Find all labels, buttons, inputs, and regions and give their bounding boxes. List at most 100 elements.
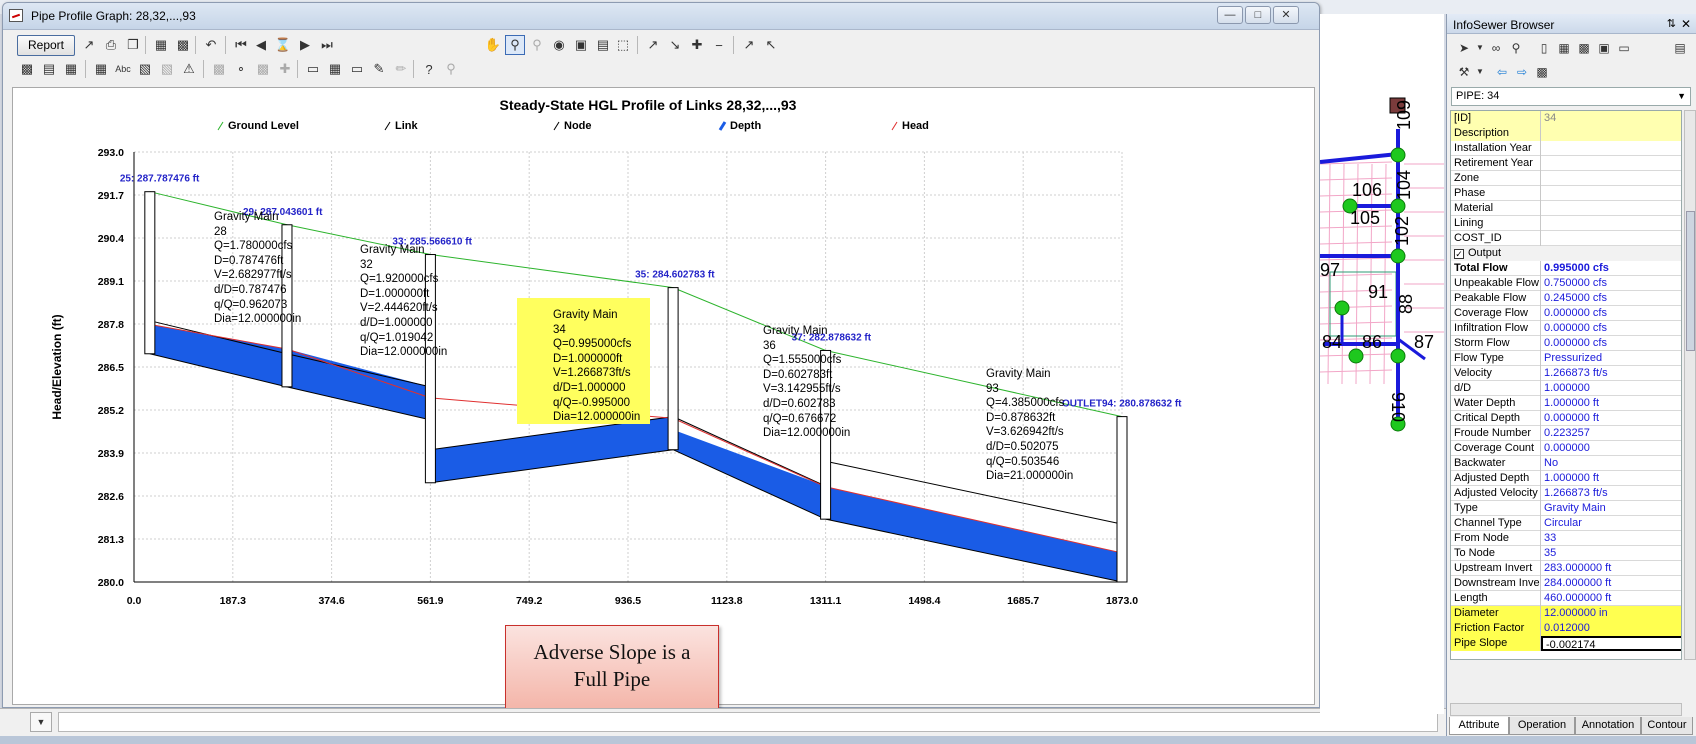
bar-chart-icon[interactable]: ▩	[17, 59, 37, 79]
attribute-value[interactable]: 0.000000 cfs	[1541, 321, 1681, 336]
attribute-row[interactable]: Unpeakable Flow 0.750000 cfs	[1451, 276, 1681, 291]
attribute-row[interactable]: Length 460.000000 ft	[1451, 591, 1681, 606]
output-checkbox[interactable]: ✓	[1454, 249, 1464, 259]
copy-icon[interactable]: ❐	[123, 35, 143, 55]
abc-label-icon[interactable]: Abc	[113, 59, 133, 79]
table-view-icon[interactable]: ▤	[1671, 39, 1689, 57]
crosshair-icon[interactable]: ✚	[275, 59, 295, 79]
output-section-header[interactable]: ✓ Output	[1451, 246, 1681, 261]
attribute-value[interactable]: 0.223257	[1541, 426, 1681, 441]
find-icon[interactable]: ⚲	[1507, 39, 1525, 57]
horizontal-scrollbar[interactable]	[1450, 703, 1682, 716]
map-node-label[interactable]: 102	[1392, 216, 1412, 246]
map-node-label[interactable]: 86	[1362, 332, 1382, 352]
last-icon[interactable]: ⏭	[317, 35, 337, 55]
attribute-row[interactable]: Downstream Invert 284.000000 ft	[1451, 576, 1681, 591]
attribute-value[interactable]: 35	[1541, 546, 1681, 561]
attribute-value[interactable]: 1.000000 ft	[1541, 471, 1681, 486]
minimize-button[interactable]: —	[1217, 6, 1243, 24]
forward-arrow-icon[interactable]: ⇨	[1513, 63, 1531, 81]
element-selector[interactable]: PIPE: 34 ▼	[1451, 87, 1691, 106]
attribute-row[interactable]: Backwater No	[1451, 456, 1681, 471]
print-icon[interactable]: ⎙	[101, 35, 121, 55]
vertical-scrollbar[interactable]	[1684, 110, 1696, 660]
attribute-value[interactable]: Circular	[1541, 516, 1681, 531]
attribute-row[interactable]: Diameter 12.000000 in	[1451, 606, 1681, 621]
dropdown-arrow-icon[interactable]: ▼	[1471, 63, 1489, 81]
data-grid-2-icon[interactable]: ▧	[157, 59, 177, 79]
map-node-label[interactable]: 910	[1388, 392, 1408, 422]
map-node-label[interactable]: 104	[1394, 170, 1414, 200]
maximize-button[interactable]: □	[1245, 6, 1271, 24]
search-icon[interactable]: ⚲	[441, 59, 461, 79]
zoom-out-icon[interactable]: ⚲	[527, 35, 547, 55]
attribute-value[interactable]	[1541, 171, 1681, 186]
status-dropdown[interactable]: ▼	[30, 712, 52, 732]
map-node-label[interactable]: 97	[1320, 260, 1340, 280]
attribute-value[interactable]: 33	[1541, 531, 1681, 546]
attribute-value[interactable]: 460.000000 ft	[1541, 591, 1681, 606]
axis-remove-icon[interactable]: ↘	[665, 35, 685, 55]
attribute-row[interactable]: Friction Factor 0.012000	[1451, 621, 1681, 636]
attribute-row[interactable]: Critical Depth 0.000000 ft	[1451, 411, 1681, 426]
attribute-row[interactable]: Peakable Flow 0.245000 cfs	[1451, 291, 1681, 306]
grid-chart-icon[interactable]: ▦	[61, 59, 81, 79]
close-button[interactable]: ✕	[1273, 6, 1299, 24]
axis-scale-icon[interactable]: ↗	[739, 35, 759, 55]
chart-edit-icon[interactable]: ✎	[369, 59, 389, 79]
axis-minus-icon[interactable]: −	[709, 35, 729, 55]
attribute-value[interactable]: 0.000000	[1541, 441, 1681, 456]
save-image-icon[interactable]: ▣	[571, 35, 591, 55]
attribute-value[interactable]: Pressurized	[1541, 351, 1681, 366]
attribute-row[interactable]: Retirement Year	[1451, 156, 1681, 171]
attribute-value[interactable]: 1.000000 ft	[1541, 396, 1681, 411]
pin-icon[interactable]: ⇅	[1667, 17, 1676, 30]
attribute-row[interactable]: Type Gravity Main	[1451, 501, 1681, 516]
attribute-value[interactable]: 12.000000 in	[1541, 606, 1681, 621]
help-icon[interactable]: ?	[419, 59, 439, 79]
attribute-value[interactable]	[1541, 186, 1681, 201]
pattern-icon[interactable]: ▩	[209, 59, 229, 79]
save-icon[interactable]: ▦	[1555, 39, 1573, 57]
globe-icon[interactable]: ◉	[549, 35, 569, 55]
histogram-icon[interactable]: ▤	[39, 59, 59, 79]
axis-plus-icon[interactable]: ✚	[687, 35, 707, 55]
attribute-value[interactable]	[1541, 141, 1681, 156]
map-node-label[interactable]: 88	[1396, 294, 1416, 314]
attribute-row[interactable]: Coverage Flow 0.000000 cfs	[1451, 306, 1681, 321]
scrollbar-thumb[interactable]	[1686, 211, 1695, 351]
attribute-value[interactable]: 0.012000	[1541, 621, 1681, 636]
previous-icon[interactable]: ◀	[251, 35, 271, 55]
attribute-value[interactable]: 0.000000 cfs	[1541, 336, 1681, 351]
attribute-value[interactable]: 1.000000	[1541, 381, 1681, 396]
map-canvas[interactable]: 109 104 106 105 102 97 91 88 84 86 87 910	[1320, 14, 1444, 714]
command-field[interactable]	[58, 712, 1438, 732]
attribute-row[interactable]: Storm Flow 0.000000 cfs	[1451, 336, 1681, 351]
attribute-value[interactable]: 0.245000 cfs	[1541, 291, 1681, 306]
browser-titlebar[interactable]: InfoSewer Browser ⇅ ✕	[1447, 14, 1696, 34]
attribute-value[interactable]: 0.000000 cfs	[1541, 306, 1681, 321]
attribute-row[interactable]: Total Flow 0.995000 cfs	[1451, 261, 1681, 276]
table-icon[interactable]: ▦	[91, 59, 111, 79]
map-node-label[interactable]: 84	[1322, 332, 1342, 352]
report-button[interactable]: Report	[17, 35, 75, 56]
attribute-row[interactable]: Flow Type Pressurized	[1451, 351, 1681, 366]
attribute-value[interactable]: 283.000000 ft	[1541, 561, 1681, 576]
map-node-label[interactable]: 109	[1394, 100, 1414, 130]
attribute-row[interactable]: Upstream Invert 283.000000 ft	[1451, 561, 1681, 576]
select-rect-icon[interactable]: ⬚	[613, 35, 633, 55]
link-icon[interactable]: ∞	[1487, 39, 1505, 57]
attribute-value[interactable]	[1541, 201, 1681, 216]
attribute-row[interactable]: Zone	[1451, 171, 1681, 186]
attribute-value[interactable]	[1541, 126, 1681, 141]
attribute-row[interactable]: Adjusted Velocity 1.266873 ft/s	[1451, 486, 1681, 501]
pan-hand-icon[interactable]: ✋	[483, 35, 503, 55]
back-arrow-icon[interactable]: ⇦	[1493, 63, 1511, 81]
attribute-value[interactable]: 34	[1541, 111, 1681, 126]
attribute-value[interactable]: Gravity Main	[1541, 501, 1681, 516]
attribute-row[interactable]: Infiltration Flow 0.000000 cfs	[1451, 321, 1681, 336]
export-icon[interactable]: ↗	[79, 35, 99, 55]
tab-operation[interactable]: Operation	[1509, 717, 1575, 735]
save-lock-icon[interactable]: ▩	[1575, 39, 1593, 57]
map-node-label[interactable]: 91	[1368, 282, 1388, 302]
